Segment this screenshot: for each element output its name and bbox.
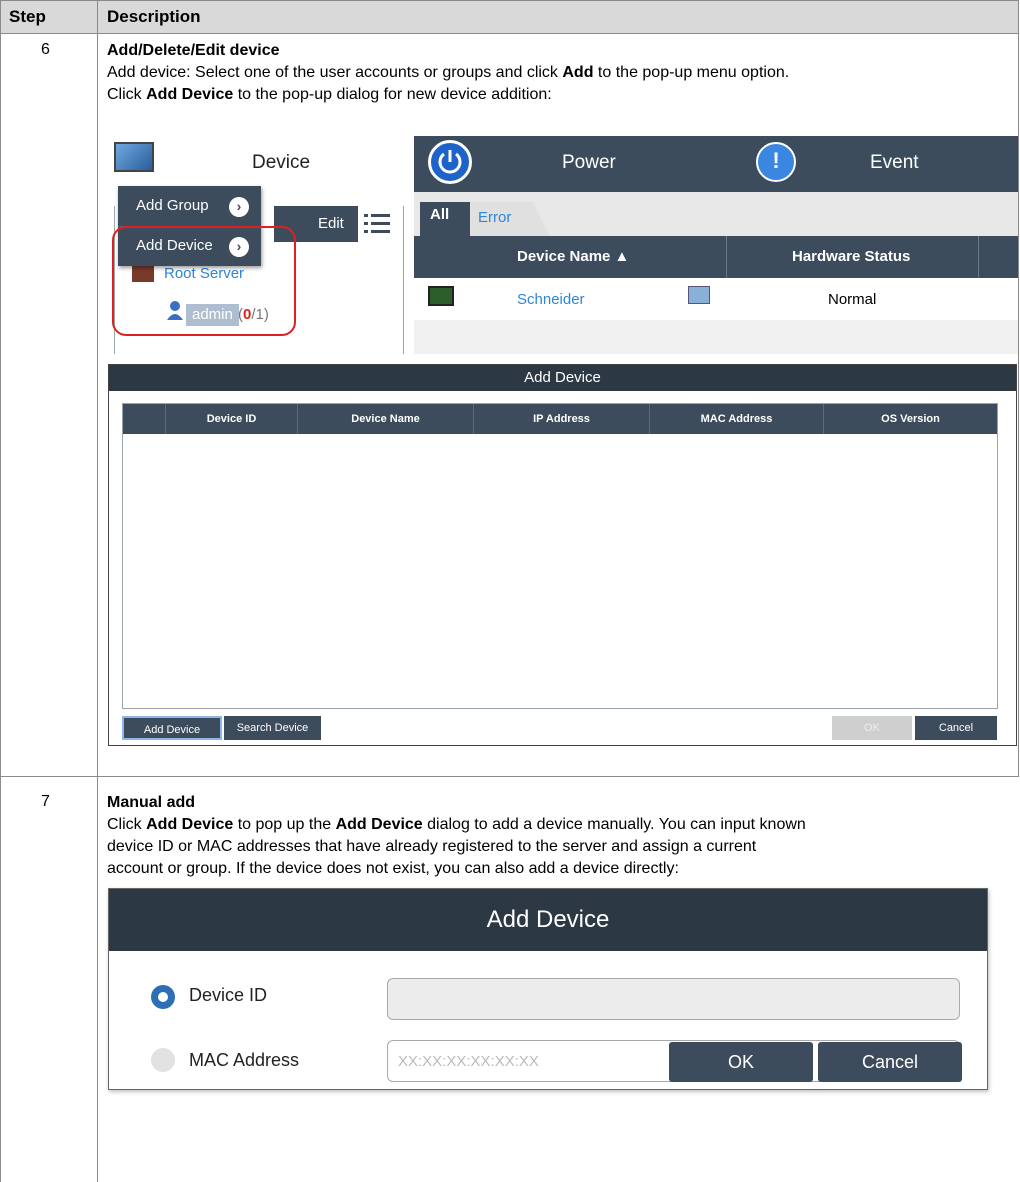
device-id-field[interactable] bbox=[387, 978, 960, 1020]
chevron-right-icon: › bbox=[229, 197, 249, 217]
dialog-title: Add Device bbox=[109, 365, 1016, 391]
alert-icon: ! bbox=[756, 142, 796, 182]
column-device-name[interactable]: Device Name bbox=[297, 404, 473, 434]
hardware-icon bbox=[688, 286, 710, 304]
mac-address-radio[interactable] bbox=[151, 1048, 175, 1072]
add-device-list-dialog: Add Device Device ID Device Name IP Addr… bbox=[108, 364, 1017, 746]
cancel-button[interactable]: Cancel bbox=[915, 716, 997, 740]
hardware-status-cell: Normal bbox=[828, 291, 877, 308]
cancel-button[interactable]: Cancel bbox=[818, 1042, 962, 1082]
device-grid-header: Device Name ▲ Hardware Status bbox=[414, 236, 1018, 278]
step-text-line: device ID or MAC addresses that have alr… bbox=[107, 838, 757, 855]
step-title: Add/Delete/Edit device bbox=[107, 42, 280, 59]
device-tab[interactable]: Device bbox=[106, 136, 414, 192]
ok-button[interactable]: OK bbox=[669, 1042, 813, 1082]
add-device-button[interactable]: Add Device bbox=[122, 716, 222, 740]
step-column-header: Step bbox=[9, 7, 46, 26]
column-os-version[interactable]: OS Version bbox=[823, 404, 997, 434]
step-number: 7 bbox=[41, 793, 50, 810]
step-text-line: Add device: Select one of the user accou… bbox=[107, 64, 790, 81]
monitor-icon bbox=[114, 142, 154, 172]
column-device-id[interactable]: Device ID bbox=[165, 404, 297, 434]
step-text-line: Click Add Device to the pop-up dialog fo… bbox=[107, 86, 552, 103]
mac-address-label: MAC Address bbox=[189, 1050, 300, 1070]
device-id-label: Device ID bbox=[189, 985, 268, 1005]
device-management-screenshot: Device Power ! Event Edit Root Server ad… bbox=[106, 136, 1018, 354]
tab-event[interactable]: Event bbox=[870, 152, 919, 174]
monitor-icon bbox=[428, 286, 454, 306]
table-row[interactable]: Schneider Normal bbox=[414, 278, 1018, 320]
table-left-border bbox=[0, 0, 1, 1182]
device-table: Device ID Device Name IP Address MAC Add… bbox=[122, 403, 998, 709]
device-id-radio[interactable] bbox=[151, 985, 175, 1009]
step-text-line: Click Add Device to pop up the Add Devic… bbox=[107, 816, 806, 833]
description-column-header: Description bbox=[107, 7, 201, 26]
subtab-all[interactable]: All bbox=[420, 202, 472, 236]
tab-power[interactable]: Power bbox=[562, 152, 616, 174]
dialog-title: Add Device bbox=[109, 889, 987, 951]
column-mac-address[interactable]: MAC Address bbox=[649, 404, 823, 434]
table-right-border bbox=[1018, 0, 1019, 776]
column-hardware-status[interactable]: Hardware Status bbox=[792, 248, 910, 265]
column-device-name[interactable]: Device Name ▲ bbox=[517, 248, 629, 265]
step-text-line: account or group. If the device does not… bbox=[107, 860, 679, 877]
device-list-panel: All Error Device Name ▲ Hardware Status … bbox=[414, 192, 1018, 354]
power-icon bbox=[428, 140, 472, 184]
column-divider bbox=[97, 0, 98, 1182]
highlight-outline bbox=[112, 226, 296, 336]
top-tab-bar: Power ! Event bbox=[414, 136, 1018, 192]
device-name-cell[interactable]: Schneider bbox=[517, 291, 585, 308]
menu-item-add-group[interactable]: Add Group › bbox=[118, 186, 261, 226]
row-divider bbox=[0, 776, 1019, 777]
search-device-button[interactable]: Search Device bbox=[224, 716, 321, 740]
device-table-header: Device ID Device Name IP Address MAC Add… bbox=[123, 404, 997, 434]
column-ip-address[interactable]: IP Address bbox=[473, 404, 649, 434]
tab-label-device: Device bbox=[252, 152, 311, 173]
ok-button[interactable]: OK bbox=[832, 716, 912, 740]
procedure-table: Step Description 6 Add/Delete/Edit devic… bbox=[0, 0, 1020, 1182]
list-icon[interactable] bbox=[364, 212, 390, 236]
step-title: Manual add bbox=[107, 794, 196, 811]
edit-button-label: Edit bbox=[318, 215, 344, 232]
step-number: 6 bbox=[41, 41, 50, 58]
mac-address-placeholder: XX:XX:XX:XX:XX:XX bbox=[398, 1053, 539, 1070]
empty-row bbox=[414, 320, 1018, 354]
